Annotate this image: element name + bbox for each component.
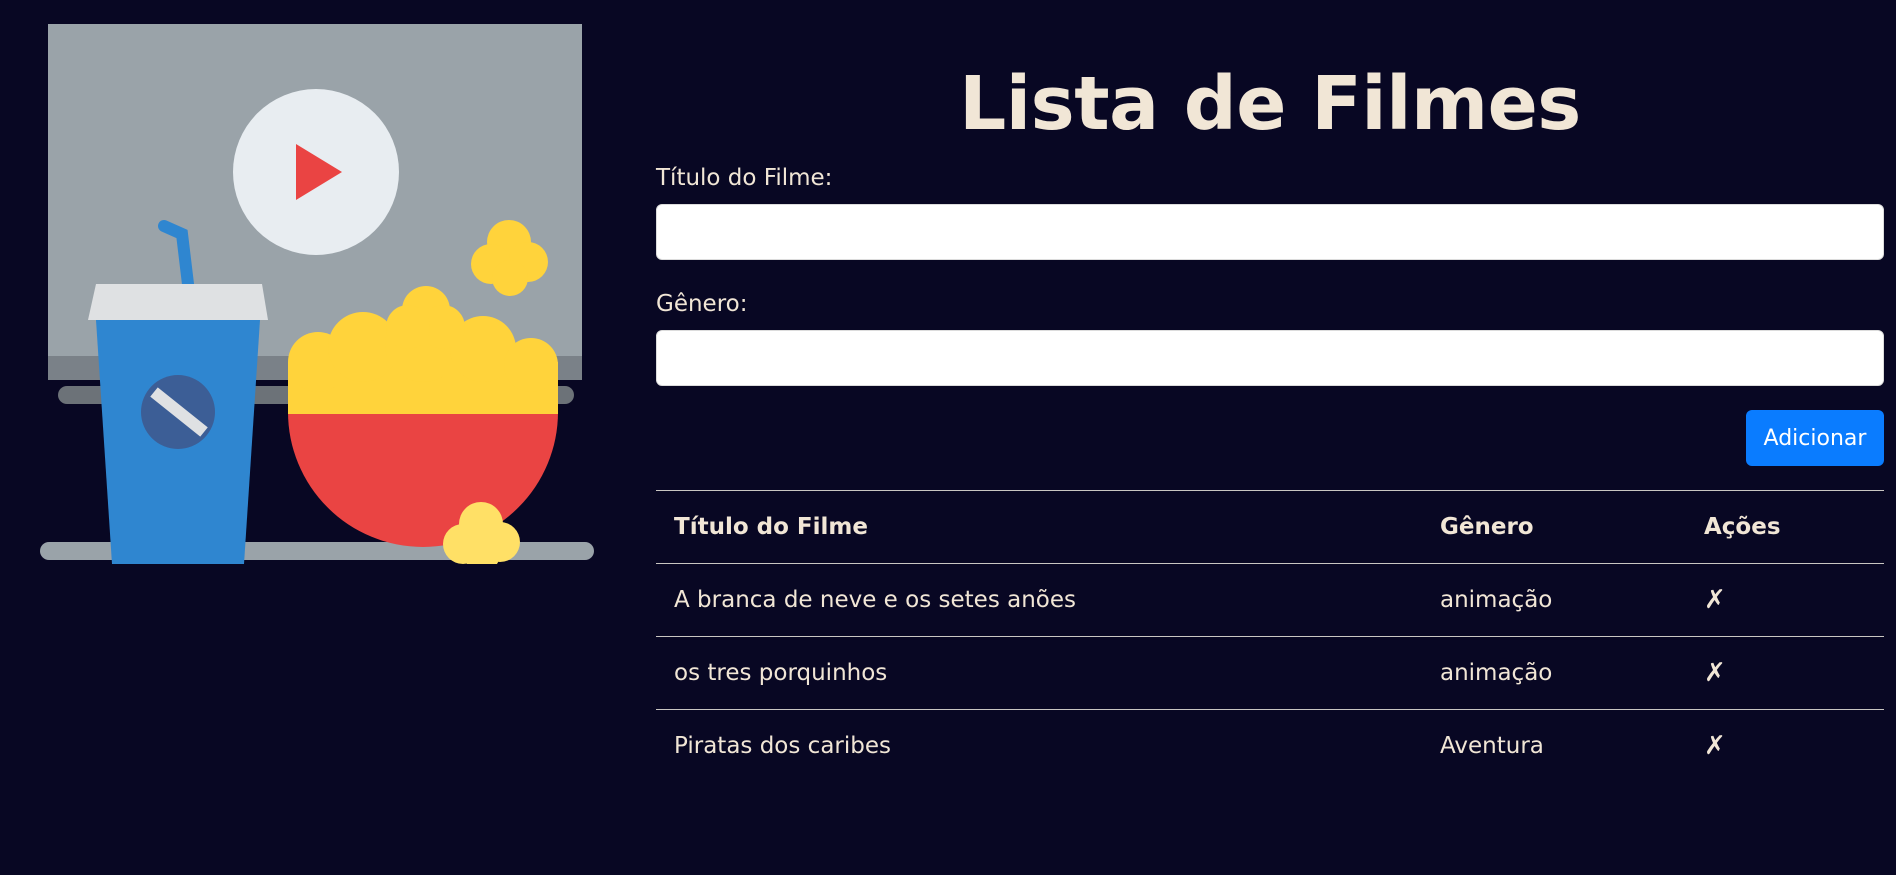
page: Lista de Filmes Título do Filme: Gênero:… bbox=[0, 0, 1896, 875]
actions-cell: ✗ bbox=[1686, 563, 1884, 637]
column-header-genre: Gênero bbox=[1422, 490, 1686, 564]
cinema-illustration bbox=[38, 22, 596, 564]
cinema-illustration-svg bbox=[40, 24, 594, 564]
delete-icon[interactable]: ✗ bbox=[1704, 585, 1726, 615]
actions-cell: ✗ bbox=[1686, 636, 1884, 710]
delete-icon[interactable]: ✗ bbox=[1704, 731, 1726, 761]
column-header-actions: Ações bbox=[1686, 490, 1884, 564]
title-input[interactable] bbox=[656, 204, 1884, 260]
play-icon bbox=[233, 89, 399, 255]
main-content: Lista de Filmes Título do Filme: Gênero:… bbox=[656, 0, 1884, 782]
add-button[interactable]: Adicionar bbox=[1746, 410, 1884, 466]
genre-field-label: Gênero: bbox=[656, 291, 748, 317]
table-header-row: Título do Filme Gênero Ações bbox=[656, 490, 1884, 564]
table-row: os tres porquinhos animação ✗ bbox=[656, 636, 1884, 710]
movie-genre-cell: Aventura bbox=[1422, 709, 1686, 782]
title-field-label: Título do Filme: bbox=[656, 165, 833, 191]
table-row: A branca de neve e os setes anões animaç… bbox=[656, 563, 1884, 637]
movie-genre-cell: animação bbox=[1422, 563, 1686, 637]
form-actions: Adicionar bbox=[656, 410, 1884, 466]
page-title: Lista de Filmes bbox=[959, 61, 1581, 147]
delete-icon[interactable]: ✗ bbox=[1704, 658, 1726, 688]
movie-genre-cell: animação bbox=[1422, 636, 1686, 710]
column-header-title: Título do Filme bbox=[656, 490, 1422, 564]
movie-table: Título do Filme Gênero Ações A branca de… bbox=[656, 490, 1884, 782]
movie-title-cell: Piratas dos caribes bbox=[656, 709, 1422, 782]
genre-input[interactable] bbox=[656, 330, 1884, 386]
actions-cell: ✗ bbox=[1686, 709, 1884, 782]
movie-title-cell: A branca de neve e os setes anões bbox=[656, 563, 1422, 637]
movie-title-cell: os tres porquinhos bbox=[656, 636, 1422, 710]
table-row: Piratas dos caribes Aventura ✗ bbox=[656, 709, 1884, 782]
